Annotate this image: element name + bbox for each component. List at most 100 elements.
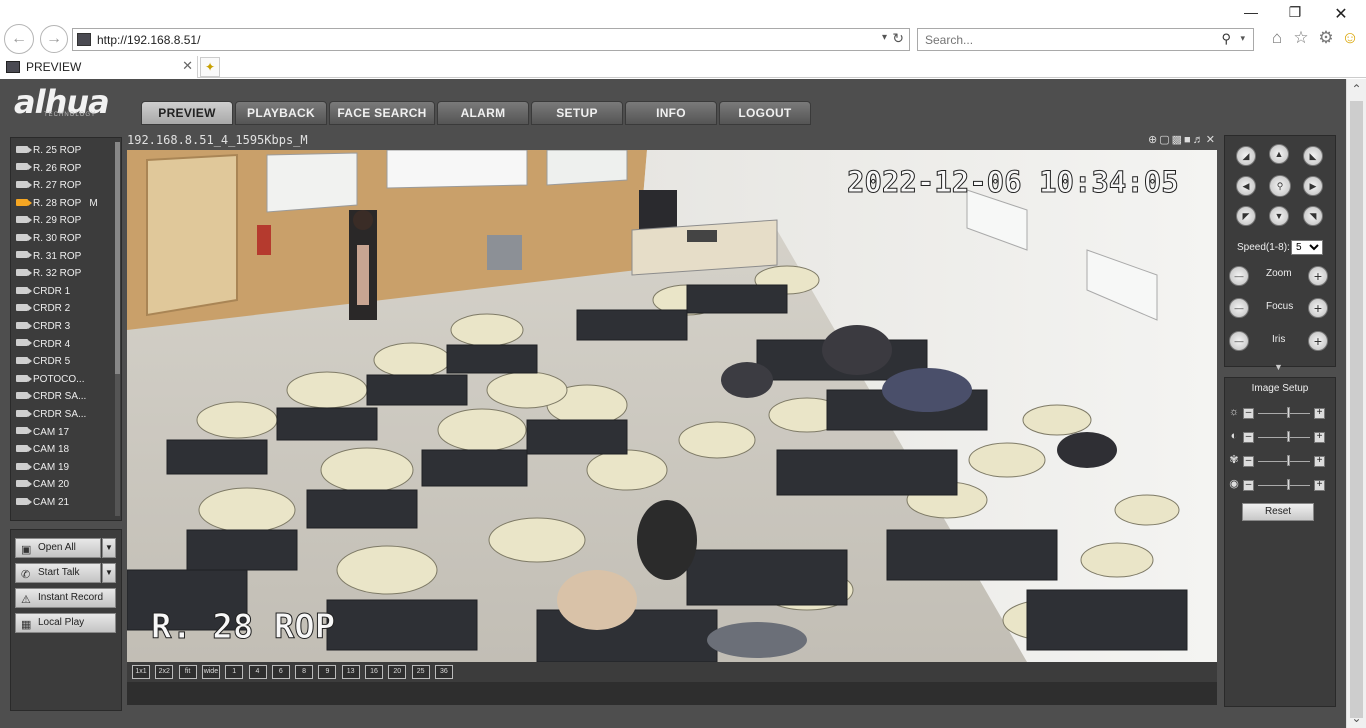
camera-list-item[interactable]: CAM 19 [16,459,116,476]
page-scrollbar[interactable]: ⌃ ⌄ [1346,79,1366,728]
address-url[interactable]: http://192.168.8.51/ [97,33,200,47]
ptz-up-icon[interactable]: ▲ [1269,144,1289,164]
video-feed[interactable]: 2022-12-06 10:34:05 R. 28 ROP [127,150,1217,662]
ptz-up-right-icon[interactable]: ◣ [1303,146,1323,166]
search-bar[interactable]: ⚲ ▾ [917,28,1254,51]
close-icon[interactable]: ✕ [1206,134,1217,146]
chevron-down-icon[interactable]: ▼ [102,563,116,583]
settings-gear-icon[interactable]: ⚙ [1316,28,1336,48]
camera-list-item[interactable]: CRDR SA... [16,406,116,423]
camera-list-item[interactable]: CRDR 4 [16,336,116,353]
new-tab-icon[interactable]: ✦ [200,57,220,77]
iris-plus-icon[interactable]: + [1308,331,1328,351]
ptz-down-right-icon[interactable]: ◥ [1303,206,1323,226]
camera-list-item[interactable]: R. 26 ROP [16,160,116,177]
chevron-down-icon[interactable]: ▾ [1240,33,1245,44]
local-play-button[interactable]: ▦ Local Play [15,613,116,633]
ptz-up-left-icon[interactable]: ◢ [1236,146,1256,166]
layout-6-button[interactable]: 6 [271,665,290,679]
camera-list-item[interactable]: CRDR 2 [16,300,116,317]
brightness-plus-icon[interactable]: + [1314,408,1325,419]
scrollbar-thumb[interactable] [1350,101,1363,718]
camera-list-item[interactable]: CRDR SA... [16,388,116,405]
zoom-in-icon[interactable]: + [1308,266,1328,286]
home-icon[interactable]: ⌂ [1267,28,1287,48]
camera-list-item[interactable]: R. 28 ROP M [16,195,116,212]
ptz-auto-icon[interactable]: ⚲ [1269,175,1291,197]
camera-list-item[interactable]: CAM 17 [16,424,116,441]
hue-slider[interactable] [1287,479,1291,490]
focus-minus-icon[interactable]: — [1229,298,1249,318]
back-button[interactable]: ← [4,24,34,54]
camera-list-item[interactable]: CAM 21 [16,494,116,511]
nav-tab-info[interactable]: INFO [625,101,717,125]
camera-list-item[interactable]: CRDR 5 [16,353,116,370]
zoom-icon[interactable]: ⊕ [1148,134,1159,146]
layout-wide-button[interactable]: wide [201,665,220,679]
favorites-star-icon[interactable]: ☆ [1291,28,1311,48]
feedback-smiley-icon[interactable]: ☺ [1340,28,1360,48]
nav-tab-alarm[interactable]: ALARM [437,101,529,125]
camera-list-item[interactable]: R. 27 ROP [16,177,116,194]
window-icon[interactable]: ▢ [1159,134,1171,146]
camera-list-item[interactable]: R. 31 ROP [16,248,116,265]
brightness-slider[interactable] [1287,407,1291,418]
forward-button[interactable]: → [40,25,68,53]
open-all-button[interactable]: ▣ Open All [15,538,101,558]
close-icon[interactable]: ✕ [182,58,193,74]
hue-minus-icon[interactable]: – [1243,480,1254,491]
iris-minus-icon[interactable]: — [1229,331,1249,351]
layout-1x1-button[interactable]: 1x1 [132,665,150,679]
saturation-minus-icon[interactable]: – [1243,456,1254,467]
brightness-minus-icon[interactable]: – [1243,408,1254,419]
camera-list-item[interactable]: R. 30 ROP [16,230,116,247]
layout-2x2-button[interactable]: 2x2 [155,665,174,679]
layout-1-button[interactable]: 1 [225,665,244,679]
scroll-down-icon[interactable]: ⌄ [1347,708,1366,728]
minimize-icon[interactable]: — [1236,4,1266,20]
layout-16-button[interactable]: 16 [365,665,383,679]
contrast-minus-icon[interactable]: – [1243,432,1254,443]
nav-tab-preview[interactable]: PREVIEW [141,101,233,125]
refresh-icon[interactable]: ↻ [892,30,904,47]
camera-list-item[interactable]: R. 29 ROP [16,212,116,229]
layout-20-button[interactable]: 20 [388,665,407,679]
ptz-collapse-icon[interactable]: ▼ [1274,362,1283,372]
saturation-slider[interactable] [1287,455,1291,466]
ptz-right-icon[interactable]: ▶ [1303,176,1323,196]
contrast-plus-icon[interactable]: + [1314,432,1325,443]
tab-preview[interactable]: PREVIEW ✕ [0,56,198,78]
restore-icon[interactable]: ❐ [1280,4,1310,21]
zoom-out-icon[interactable]: — [1229,266,1249,286]
scrollbar-thumb[interactable] [115,142,120,374]
search-input[interactable] [918,29,1208,50]
reset-button[interactable]: Reset [1242,503,1314,521]
camera-list-item[interactable]: CAM 20 [16,476,116,493]
saturation-plus-icon[interactable]: + [1314,456,1325,467]
camera-list-item[interactable]: CRDR 1 [16,283,116,300]
brightness-track[interactable] [1258,413,1310,414]
contrast-slider[interactable] [1287,431,1291,442]
nav-tab-logout[interactable]: LOGOUT [719,101,811,125]
audio-icon[interactable]: ♬ [1193,134,1206,146]
record-icon[interactable]: ■ [1184,134,1193,146]
hue-track[interactable] [1258,485,1310,486]
layout-4-button[interactable]: 4 [248,665,267,679]
layout-fit-button[interactable]: fit [178,665,197,679]
camera-list-item[interactable]: POTOCO... [16,371,116,388]
nav-tab-setup[interactable]: SETUP [531,101,623,125]
saturation-track[interactable] [1258,461,1310,462]
snapshot-icon[interactable]: ▩ [1172,134,1184,146]
layout-25-button[interactable]: 25 [411,665,430,679]
layout-9-button[interactable]: 9 [318,665,337,679]
camera-list-item[interactable]: R. 32 ROP [16,265,116,282]
camera-list-scrollbar[interactable] [115,142,120,516]
ptz-down-left-icon[interactable]: ◤ [1236,206,1256,226]
search-icon[interactable]: ⚲ [1221,31,1231,47]
hue-plus-icon[interactable]: + [1314,480,1325,491]
close-icon[interactable]: ✕ [1326,4,1356,24]
camera-list-item[interactable]: R. 25 ROP [16,142,116,159]
ptz-down-icon[interactable]: ▼ [1269,206,1289,226]
camera-list-item[interactable]: CRDR 3 [16,318,116,335]
chevron-down-icon[interactable]: ▾ [882,32,887,43]
